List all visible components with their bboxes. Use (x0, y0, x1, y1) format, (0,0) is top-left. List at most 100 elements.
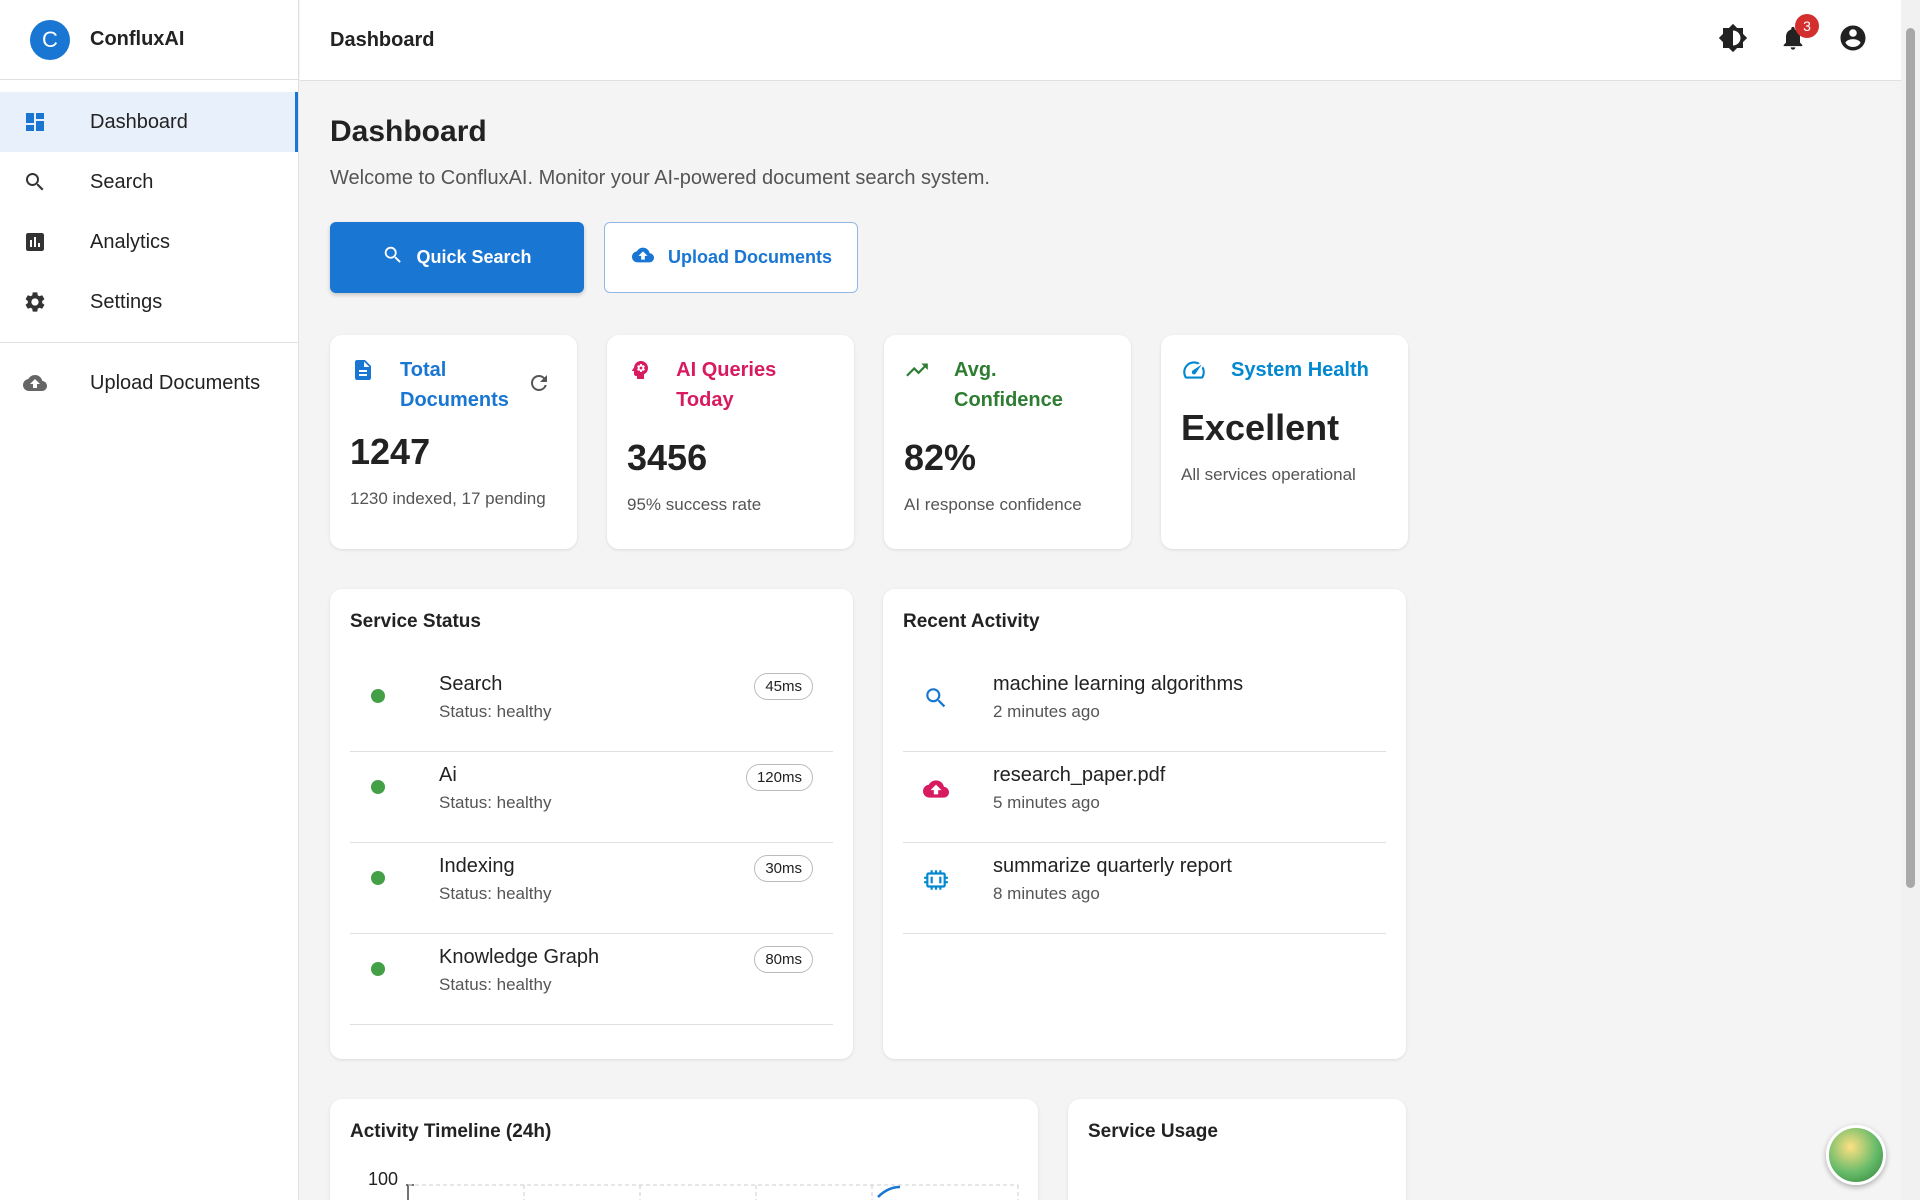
sidebar-nav: Dashboard Search Analytics Settings Uplo… (0, 80, 298, 413)
trending-up-icon (904, 357, 930, 383)
stat-value: Excellent (1181, 407, 1340, 448)
service-status: Status: healthy (439, 884, 552, 903)
brain-icon (627, 357, 652, 383)
topbar-actions: 3 (1715, 14, 1871, 58)
service-usage-panel: Service Usage (1068, 1099, 1406, 1200)
recent-activity-panel: Recent Activity machine learning algorit… (883, 589, 1406, 1059)
activity-time: 5 minutes ago (993, 793, 1100, 812)
activity-time: 2 minutes ago (993, 702, 1100, 721)
brand[interactable]: C ConfluxAI (0, 0, 298, 80)
list-item[interactable]: machine learning algorithms 2 minutes ag… (903, 661, 1386, 752)
latency-chip: 80ms (754, 946, 813, 973)
service-status: Status: healthy (439, 975, 552, 994)
sidebar-item-upload[interactable]: Upload Documents (0, 353, 298, 413)
chip-icon (921, 865, 951, 895)
stat-label: AI Queries Today (676, 359, 777, 411)
bottom-row: Activity Timeline (24h) 100 Service Usag… (330, 1099, 1890, 1200)
stat-value: 3456 (627, 437, 708, 478)
theme-toggle-button[interactable] (1715, 22, 1751, 58)
panel-title: Service Usage (1088, 1121, 1218, 1142)
account-circle-icon (1838, 23, 1868, 58)
search-icon (22, 169, 48, 195)
status-dot (371, 780, 385, 794)
action-buttons: Quick Search Upload Documents (330, 222, 1890, 293)
latency-chip: 30ms (754, 855, 813, 882)
gear-icon (22, 289, 48, 315)
timeline-chart-grid (406, 1184, 1019, 1200)
stat-value: 82% (904, 437, 977, 478)
service-list: Search Status: healthy 45ms Ai Status: h… (350, 661, 833, 1025)
analytics-icon (22, 229, 48, 255)
upload-documents-label: Upload Documents (667, 247, 832, 267)
sidebar: C ConfluxAI Dashboard Search Analytics S… (0, 0, 299, 1200)
sidebar-item-settings[interactable]: Settings (0, 272, 298, 332)
brightness-icon (1718, 23, 1748, 58)
document-icon (350, 357, 376, 383)
cloud-upload-icon (630, 244, 668, 271)
notifications-button[interactable]: 3 (1775, 14, 1819, 58)
main-content: Dashboard Welcome to ConfluxAI. Monitor … (330, 81, 1890, 1200)
sidebar-item-label: Search (90, 170, 154, 193)
notification-badge: 3 (1795, 14, 1819, 38)
speedometer-icon (1181, 357, 1207, 383)
cloud-upload-icon (22, 370, 48, 396)
service-name: Ai (439, 764, 457, 786)
quick-search-label: Quick Search (416, 247, 532, 267)
stat-value: 1247 (350, 431, 431, 472)
assistant-avatar-button[interactable] (1826, 1125, 1886, 1185)
activity-list: machine learning algorithms 2 minutes ag… (903, 661, 1386, 934)
activity-time: 8 minutes ago (993, 884, 1100, 903)
status-dot (371, 689, 385, 703)
dashboard-icon (22, 109, 48, 135)
activity-timeline-panel: Activity Timeline (24h) 100 (330, 1099, 1038, 1200)
list-item: Knowledge Graph Status: healthy 80ms (350, 934, 833, 1025)
service-name: Search (439, 673, 503, 695)
sidebar-item-label: Settings (90, 290, 163, 313)
stat-sub: 95% success rate (627, 495, 762, 514)
activity-text: summarize quarterly report (993, 855, 1232, 877)
stat-label: System Health (1231, 359, 1369, 381)
panel-title: Service Status (350, 611, 481, 632)
stats-row: Total Documents 1247 1230 indexed, 17 pe… (330, 335, 1890, 549)
topbar: Dashboard 3 (300, 0, 1901, 81)
sidebar-item-analytics[interactable]: Analytics (0, 212, 298, 272)
search-icon (921, 683, 951, 713)
stat-label: Avg. Confidence (954, 359, 1063, 411)
upload-documents-button[interactable]: Upload Documents (604, 222, 858, 293)
brand-logo: C (30, 19, 70, 60)
brand-name: ConfluxAI (90, 28, 185, 50)
stat-sub: All services operational (1181, 465, 1356, 484)
status-dot (371, 962, 385, 976)
sidebar-divider (0, 342, 298, 343)
service-name: Indexing (439, 855, 515, 877)
scrollbar[interactable] (1901, 0, 1920, 1200)
list-item: Search Status: healthy 45ms (350, 661, 833, 752)
panel-title: Recent Activity (903, 611, 1040, 632)
stat-card-ai-queries: AI Queries Today 3456 95% success rate (607, 335, 854, 549)
quick-search-button[interactable]: Quick Search (330, 222, 584, 293)
service-status-panel: Service Status Search Status: healthy 45… (330, 589, 853, 1059)
list-item[interactable]: research_paper.pdf 5 minutes ago (903, 752, 1386, 843)
latency-chip: 120ms (745, 764, 813, 791)
sidebar-item-label: Analytics (90, 230, 171, 253)
status-dot (371, 871, 385, 885)
panels-row: Service Status Search Status: healthy 45… (330, 589, 1890, 1059)
sidebar-item-search[interactable]: Search (0, 152, 298, 212)
stat-sub: 1230 indexed, 17 pending (350, 489, 546, 508)
stat-sub: AI response confidence (904, 495, 1082, 514)
page-subtitle: Welcome to ConfluxAI. Monitor your AI-po… (330, 167, 990, 189)
scrollbar-thumb[interactable] (1906, 28, 1915, 888)
topbar-title: Dashboard (330, 28, 435, 51)
service-name: Knowledge Graph (439, 946, 600, 968)
sidebar-item-dashboard[interactable]: Dashboard (0, 92, 298, 152)
sidebar-item-label: Upload Documents (90, 371, 261, 394)
list-item: Indexing Status: healthy 30ms (350, 843, 833, 934)
list-item[interactable]: summarize quarterly report 8 minutes ago (903, 843, 1386, 934)
sidebar-item-label: Dashboard (90, 110, 188, 133)
account-button[interactable] (1835, 22, 1871, 58)
refresh-icon[interactable] (527, 371, 551, 400)
activity-text: research_paper.pdf (993, 764, 1166, 786)
list-item: Ai Status: healthy 120ms (350, 752, 833, 843)
panel-title: Activity Timeline (24h) (350, 1121, 552, 1142)
page-title: Dashboard (330, 115, 487, 148)
